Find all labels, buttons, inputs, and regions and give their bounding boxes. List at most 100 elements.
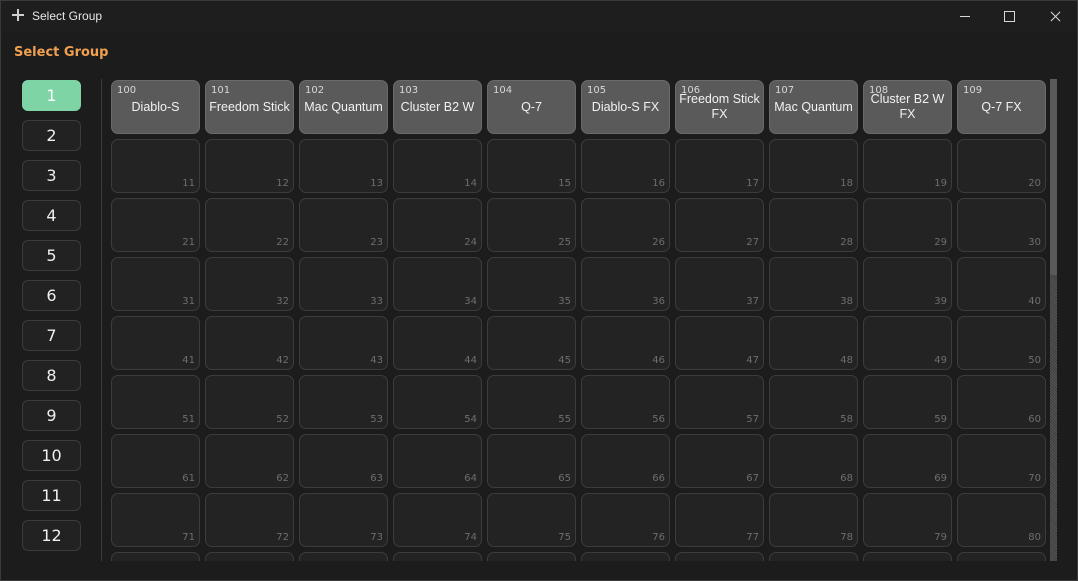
- empty-group-slot[interactable]: 79: [863, 493, 952, 547]
- empty-group-slot[interactable]: 69: [863, 434, 952, 488]
- maximize-button[interactable]: [987, 1, 1033, 33]
- empty-group-slot[interactable]: 25: [487, 198, 576, 252]
- empty-group-slot[interactable]: 27: [675, 198, 764, 252]
- empty-group-slot[interactable]: 63: [299, 434, 388, 488]
- empty-group-slot[interactable]: 61: [111, 434, 200, 488]
- empty-group-slot[interactable]: 86: [581, 552, 670, 561]
- empty-group-slot[interactable]: 19: [863, 139, 952, 193]
- page-button-5[interactable]: 5: [22, 240, 81, 271]
- page-button-1[interactable]: 1: [22, 80, 81, 111]
- empty-group-slot[interactable]: 16: [581, 139, 670, 193]
- page-button-9[interactable]: 9: [22, 400, 81, 431]
- page-button-7[interactable]: 7: [22, 320, 81, 351]
- empty-group-slot[interactable]: 15: [487, 139, 576, 193]
- empty-group-slot[interactable]: 58: [769, 375, 858, 429]
- empty-group-slot[interactable]: 45: [487, 316, 576, 370]
- empty-group-slot[interactable]: 73: [299, 493, 388, 547]
- empty-group-slot[interactable]: 31: [111, 257, 200, 311]
- empty-group-slot[interactable]: 66: [581, 434, 670, 488]
- empty-group-slot[interactable]: 28: [769, 198, 858, 252]
- empty-group-slot[interactable]: 72: [205, 493, 294, 547]
- page-button-4[interactable]: 4: [22, 200, 81, 231]
- empty-group-slot[interactable]: 74: [393, 493, 482, 547]
- empty-group-slot[interactable]: 20: [957, 139, 1046, 193]
- empty-group-slot[interactable]: 59: [863, 375, 952, 429]
- empty-group-slot[interactable]: 82: [205, 552, 294, 561]
- empty-group-slot[interactable]: 41: [111, 316, 200, 370]
- empty-group-slot[interactable]: 75: [487, 493, 576, 547]
- empty-group-slot[interactable]: 48: [769, 316, 858, 370]
- empty-group-slot[interactable]: 70: [957, 434, 1046, 488]
- page-button-8[interactable]: 8: [22, 360, 81, 391]
- empty-group-slot[interactable]: 54: [393, 375, 482, 429]
- empty-group-slot[interactable]: 14: [393, 139, 482, 193]
- minimize-button[interactable]: [941, 1, 987, 33]
- scrollbar-track[interactable]: [1050, 275, 1057, 561]
- page-button-6[interactable]: 6: [22, 280, 81, 311]
- group-button[interactable]: Q-7 FX 109: [957, 80, 1046, 134]
- group-button[interactable]: Cluster B2 W 103: [393, 80, 482, 134]
- empty-group-slot[interactable]: 53: [299, 375, 388, 429]
- empty-group-slot[interactable]: 51: [111, 375, 200, 429]
- empty-group-slot[interactable]: 23: [299, 198, 388, 252]
- empty-group-slot[interactable]: 22: [205, 198, 294, 252]
- empty-group-slot[interactable]: 11: [111, 139, 200, 193]
- empty-group-slot[interactable]: 40: [957, 257, 1046, 311]
- empty-group-slot[interactable]: 55: [487, 375, 576, 429]
- empty-group-slot[interactable]: 85: [487, 552, 576, 561]
- page-button-10[interactable]: 10: [22, 440, 81, 471]
- empty-group-slot[interactable]: 47: [675, 316, 764, 370]
- close-button[interactable]: [1033, 1, 1077, 33]
- empty-group-slot[interactable]: 76: [581, 493, 670, 547]
- empty-group-slot[interactable]: 39: [863, 257, 952, 311]
- empty-group-slot[interactable]: 21: [111, 198, 200, 252]
- empty-group-slot[interactable]: 60: [957, 375, 1046, 429]
- empty-group-slot[interactable]: 46: [581, 316, 670, 370]
- empty-group-slot[interactable]: 12: [205, 139, 294, 193]
- empty-group-slot[interactable]: 43: [299, 316, 388, 370]
- empty-group-slot[interactable]: 56: [581, 375, 670, 429]
- empty-group-slot[interactable]: 71: [111, 493, 200, 547]
- empty-group-slot[interactable]: 34: [393, 257, 482, 311]
- empty-group-slot[interactable]: 38: [769, 257, 858, 311]
- empty-group-slot[interactable]: 44: [393, 316, 482, 370]
- empty-group-slot[interactable]: 68: [769, 434, 858, 488]
- empty-group-slot[interactable]: 65: [487, 434, 576, 488]
- empty-group-slot[interactable]: 49: [863, 316, 952, 370]
- empty-group-slot[interactable]: 67: [675, 434, 764, 488]
- empty-group-slot[interactable]: 62: [205, 434, 294, 488]
- group-button[interactable]: Q-7 104: [487, 80, 576, 134]
- empty-group-slot[interactable]: 32: [205, 257, 294, 311]
- vertical-scrollbar[interactable]: [1050, 79, 1057, 561]
- empty-group-slot[interactable]: 18: [769, 139, 858, 193]
- empty-group-slot[interactable]: 50: [957, 316, 1046, 370]
- empty-group-slot[interactable]: 89: [863, 552, 952, 561]
- scrollbar-thumb[interactable]: [1050, 79, 1057, 275]
- empty-group-slot[interactable]: 80: [957, 493, 1046, 547]
- empty-group-slot[interactable]: 88: [769, 552, 858, 561]
- empty-group-slot[interactable]: 90: [957, 552, 1046, 561]
- empty-group-slot[interactable]: 81: [111, 552, 200, 561]
- empty-group-slot[interactable]: 77: [675, 493, 764, 547]
- page-button-11[interactable]: 11: [22, 480, 81, 511]
- empty-group-slot[interactable]: 42: [205, 316, 294, 370]
- group-button[interactable]: Cluster B2 W FX 108: [863, 80, 952, 134]
- group-button[interactable]: Diablo-S 100: [111, 80, 200, 134]
- empty-group-slot[interactable]: 52: [205, 375, 294, 429]
- empty-group-slot[interactable]: 64: [393, 434, 482, 488]
- empty-group-slot[interactable]: 35: [487, 257, 576, 311]
- empty-group-slot[interactable]: 83: [299, 552, 388, 561]
- empty-group-slot[interactable]: 30: [957, 198, 1046, 252]
- empty-group-slot[interactable]: 26: [581, 198, 670, 252]
- empty-group-slot[interactable]: 84: [393, 552, 482, 561]
- empty-group-slot[interactable]: 13: [299, 139, 388, 193]
- group-button[interactable]: Mac Quantum 102: [299, 80, 388, 134]
- empty-group-slot[interactable]: 37: [675, 257, 764, 311]
- empty-group-slot[interactable]: 57: [675, 375, 764, 429]
- group-button[interactable]: Freedom Stick 101: [205, 80, 294, 134]
- empty-group-slot[interactable]: 87: [675, 552, 764, 561]
- empty-group-slot[interactable]: 33: [299, 257, 388, 311]
- group-button[interactable]: Diablo-S FX 105: [581, 80, 670, 134]
- empty-group-slot[interactable]: 24: [393, 198, 482, 252]
- empty-group-slot[interactable]: 17: [675, 139, 764, 193]
